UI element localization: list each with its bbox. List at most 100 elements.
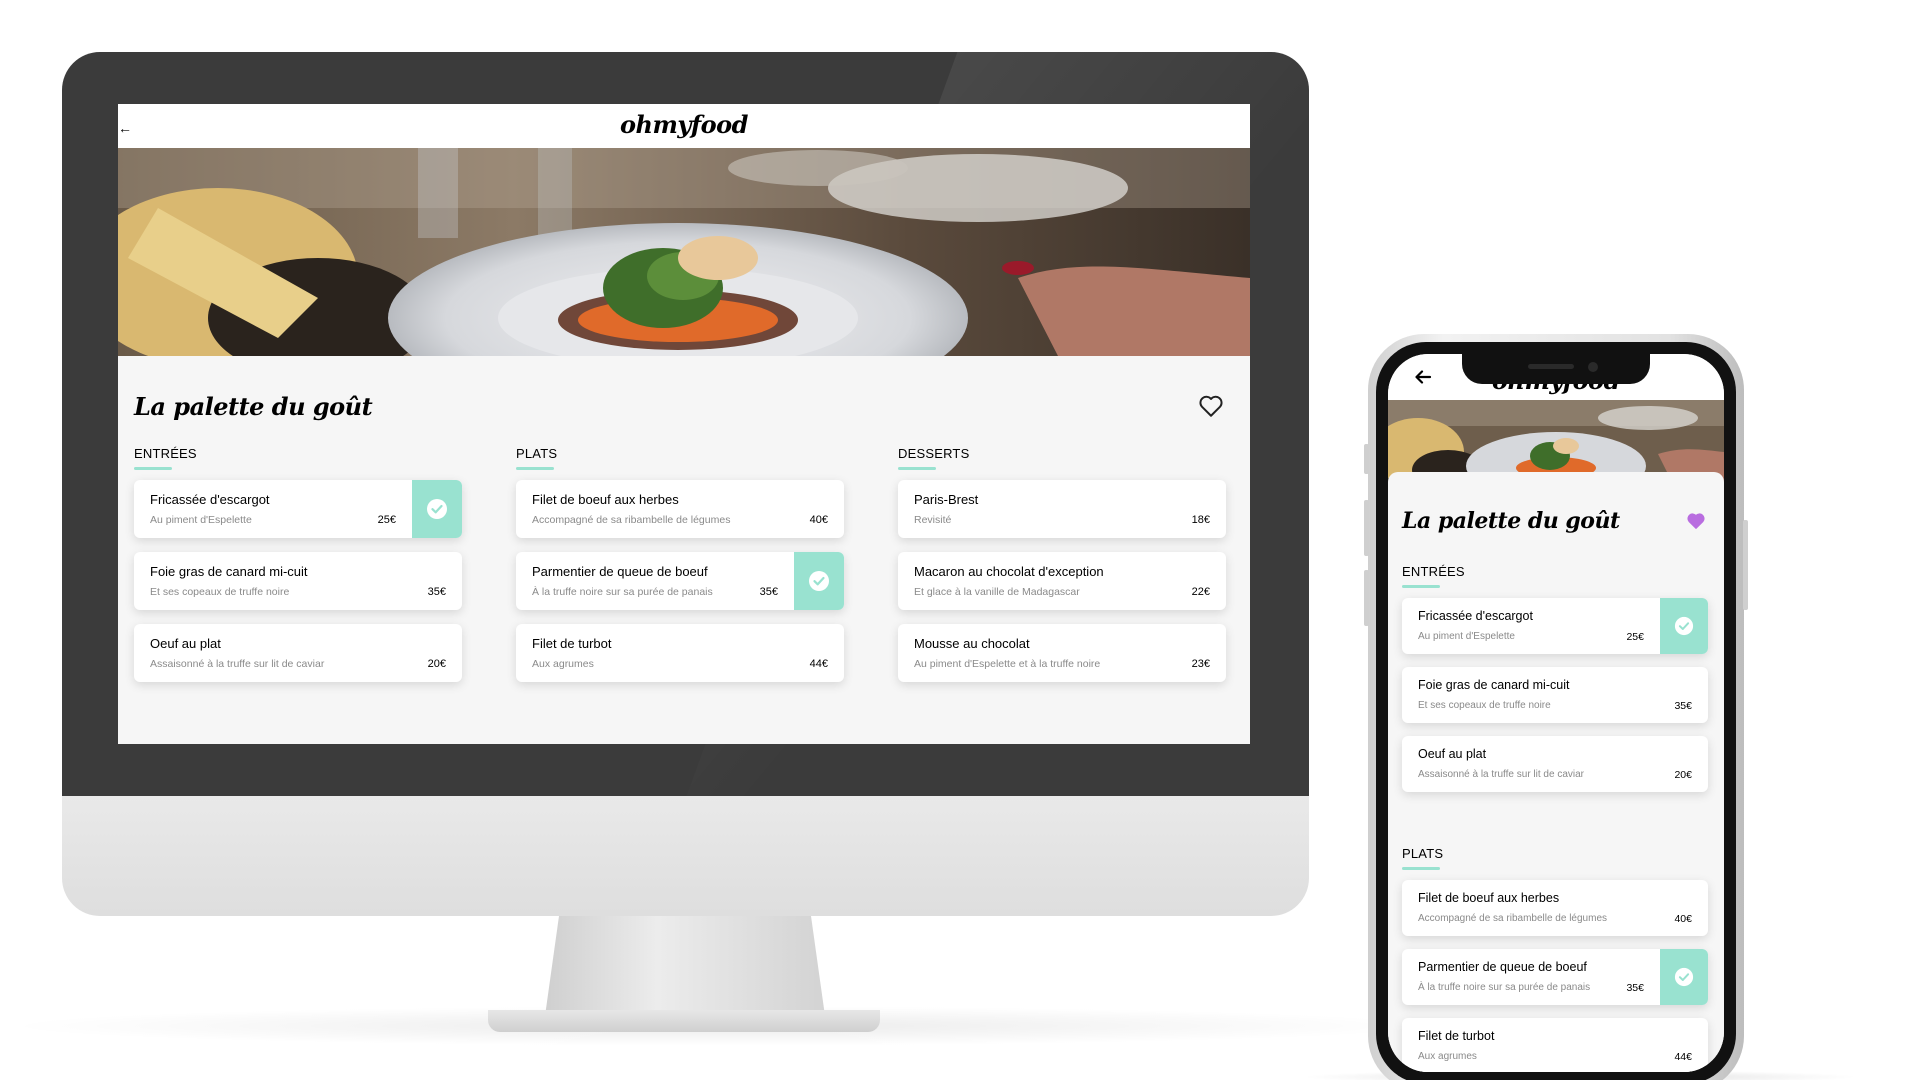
check-circle-icon [427, 499, 447, 519]
hero-photo [1388, 400, 1724, 482]
menu-item[interactable]: Parmentier de queue de boeuf À la truffe… [1402, 949, 1708, 1005]
dish-name: Foie gras de canard mi-cuit [1418, 678, 1570, 692]
dish-price: 20€ [1674, 769, 1692, 781]
dish-name: Oeuf au plat [150, 636, 221, 651]
menu-section-plats: PLATS Filet de boeuf aux herbes Accompag… [1402, 846, 1708, 1072]
dish-price: 18€ [1191, 514, 1210, 526]
restaurant-hero-image [1388, 400, 1724, 482]
dish-description: Accompagné de sa ribambelle de légumes [532, 514, 731, 526]
dish-description: Au piment d'Espelette [1418, 631, 1515, 642]
dish-name: Macaron au chocolat d'exception [914, 564, 1104, 579]
dish-description: Aux agrumes [532, 658, 594, 670]
dish-name: Filet de turbot [1418, 1029, 1495, 1043]
menu-item[interactable]: Fricassée d'escargot Au piment d'Espelet… [134, 480, 462, 538]
menu-item[interactable]: Filet de boeuf aux herbes Accompagné de … [1402, 880, 1708, 936]
heart-filled-icon[interactable] [1686, 512, 1706, 530]
section-heading: ENTRÉES [134, 446, 197, 461]
monitor-chin [62, 796, 1309, 916]
dish-description: Assaisonné à la truffe sur lit de caviar [150, 658, 325, 670]
dish-description: Aux agrumes [1418, 1051, 1477, 1062]
dish-price: 25€ [1626, 631, 1644, 643]
dish-description: Et glace à la vanille de Madagascar [914, 586, 1080, 598]
restaurant-title: La palette du goût [134, 392, 373, 421]
menu-item[interactable]: Paris-Brest Revisité 18€ [898, 480, 1226, 538]
dish-description: Au piment d'Espelette et à la truffe noi… [914, 658, 1101, 670]
dish-name: Foie gras de canard mi-cuit [150, 564, 308, 579]
selected-indicator[interactable] [1660, 949, 1708, 1005]
phone-power-button [1743, 520, 1748, 610]
dish-description: Et ses copeaux de truffe noire [1418, 700, 1551, 711]
phone-camera [1588, 362, 1598, 372]
dish-description: À la truffe noire sur sa purée de panais [532, 586, 713, 598]
dish-price: 23€ [1191, 658, 1210, 670]
section-heading: PLATS [516, 446, 558, 461]
menu-item[interactable]: Parmentier de queue de boeuf À la truffe… [516, 552, 844, 610]
dish-name: Parmentier de queue de boeuf [1418, 960, 1587, 974]
dish-price: 44€ [1674, 1051, 1692, 1063]
dish-description: À la truffe noire sur sa purée de panais [1418, 982, 1591, 993]
check-circle-icon [809, 571, 829, 591]
phone-volume-down-button [1364, 570, 1369, 626]
menu-item[interactable]: Filet de turbot Aux agrumes 44€ [1402, 1018, 1708, 1072]
dish-name: Fricassée d'escargot [150, 492, 270, 507]
dish-name: Mousse au chocolat [914, 636, 1030, 651]
dish-price: 20€ [427, 658, 446, 670]
menu-section-entrees: ENTRÉES Fricassée d'escargot Au piment d… [134, 446, 462, 696]
dish-price: 35€ [427, 586, 446, 598]
menu-item[interactable]: Mousse au chocolat Au piment d'Espelette… [898, 624, 1226, 682]
dish-price: 22€ [1191, 586, 1210, 598]
mobile-menu-sheet: La palette du goût ENTRÉES Fricassée d'e… [1388, 472, 1724, 1072]
section-underline [898, 467, 936, 470]
restaurant-hero-image [118, 148, 1250, 356]
heart-outline-icon[interactable] [1198, 394, 1224, 418]
dish-price: 40€ [809, 514, 828, 526]
selected-indicator[interactable] [1660, 598, 1708, 654]
dish-name: Paris-Brest [914, 492, 979, 507]
dish-description: Revisité [914, 514, 952, 526]
mockup-canvas: ← ohmyfood La palette du goût ENTRÉES Fr… [0, 0, 1920, 1080]
menu-item[interactable]: Fricassée d'escargot Au piment d'Espelet… [1402, 598, 1708, 654]
restaurant-title: La palette du goût [1402, 508, 1620, 534]
phone-notch [1462, 354, 1650, 384]
dish-price: 35€ [1626, 982, 1644, 994]
logo[interactable]: ohmyfood [118, 110, 1250, 139]
dish-description: Assaisonné à la truffe sur lit de caviar [1418, 769, 1585, 780]
menu-section-plats: PLATS Filet de boeuf aux herbes Accompag… [516, 446, 844, 696]
check-circle-icon [1674, 967, 1694, 987]
dish-price: 44€ [809, 658, 828, 670]
dish-name: Fricassée d'escargot [1418, 609, 1533, 623]
phone-speaker [1528, 364, 1574, 369]
dish-description: Accompagné de sa ribambelle de légumes [1418, 913, 1607, 924]
selected-indicator[interactable] [412, 480, 462, 538]
desktop-header: ← ohmyfood [118, 104, 1250, 148]
section-underline [516, 467, 554, 470]
desktop-screen: ← ohmyfood La palette du goût ENTRÉES Fr… [118, 104, 1250, 744]
dish-price: 35€ [1674, 700, 1692, 712]
menu-item[interactable]: Foie gras de canard mi-cuit Et ses copea… [1402, 667, 1708, 723]
phone-mute-switch [1364, 444, 1369, 474]
dish-name: Oeuf au plat [1418, 747, 1487, 761]
menu-item[interactable]: Foie gras de canard mi-cuit Et ses copea… [134, 552, 462, 610]
section-heading: ENTRÉES [1402, 564, 1465, 579]
hero-photo [118, 148, 1250, 356]
menu-item[interactable]: Filet de turbot Aux agrumes 44€ [516, 624, 844, 682]
dish-description: Au piment d'Espelette [150, 514, 252, 526]
check-circle-icon [1674, 616, 1694, 636]
section-heading: DESSERTS [898, 446, 970, 461]
menu-section-entrees: ENTRÉES Fricassée d'escargot Au piment d… [1402, 564, 1708, 805]
menu-item[interactable]: Macaron au chocolat d'exception Et glace… [898, 552, 1226, 610]
menu-item[interactable]: Filet de boeuf aux herbes Accompagné de … [516, 480, 844, 538]
section-underline [1402, 585, 1440, 588]
dish-name: Parmentier de queue de boeuf [532, 564, 708, 579]
section-heading: PLATS [1402, 846, 1444, 861]
selected-indicator[interactable] [794, 552, 844, 610]
menu-item[interactable]: Oeuf au plat Assaisonné à la truffe sur … [1402, 736, 1708, 792]
dish-name: Filet de boeuf aux herbes [532, 492, 679, 507]
monitor-stand-foot [488, 1010, 880, 1032]
dish-price: 25€ [377, 514, 396, 526]
dish-description: Et ses copeaux de truffe noire [150, 586, 290, 598]
menu-item[interactable]: Oeuf au plat Assaisonné à la truffe sur … [134, 624, 462, 682]
dish-name: Filet de boeuf aux herbes [1418, 891, 1560, 905]
menu-section-desserts: DESSERTS Paris-Brest Revisité 18€ Macaro… [898, 446, 1226, 696]
dish-price: 40€ [1674, 913, 1692, 925]
